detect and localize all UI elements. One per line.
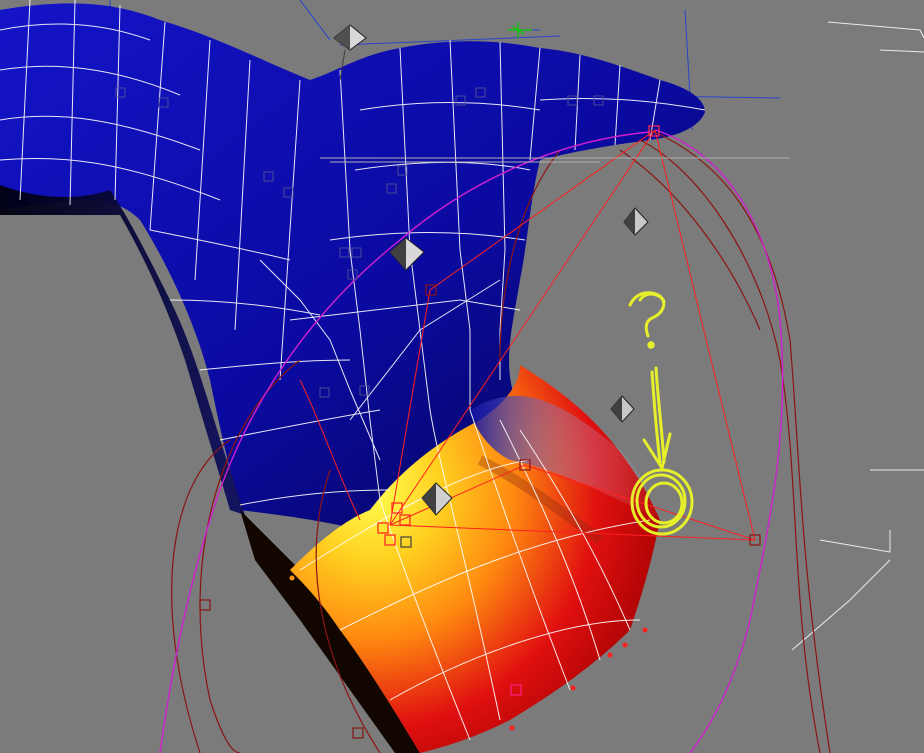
3d-viewport[interactable]: ? xyxy=(0,0,924,753)
octahedron-bone-icon[interactable] xyxy=(623,207,649,236)
pivot-gizmo-icon xyxy=(508,22,532,38)
viewport-canvas[interactable]: ? xyxy=(0,0,924,753)
octahedron-bone-icon[interactable] xyxy=(610,395,635,423)
helper-gizmo xyxy=(791,21,924,651)
